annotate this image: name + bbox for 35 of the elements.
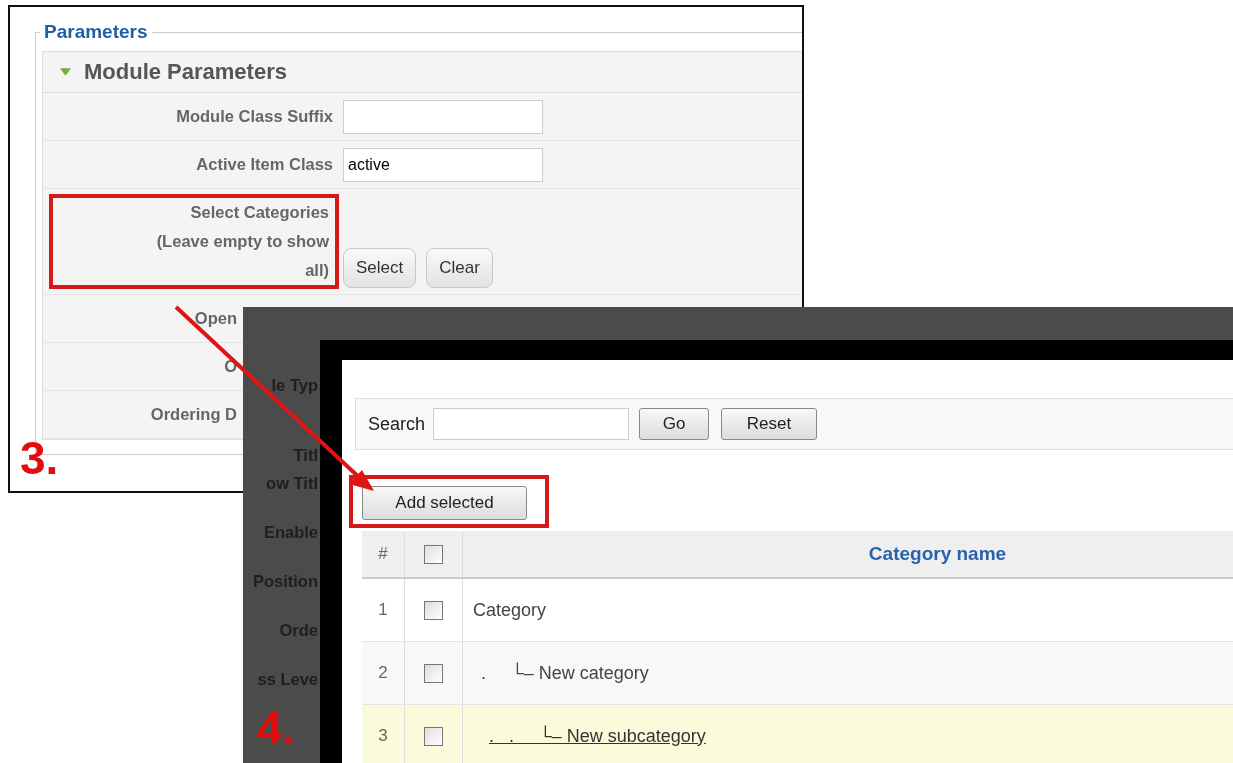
- category-link[interactable]: . . └– New subcategory: [473, 725, 706, 747]
- section-header[interactable]: Module Parameters: [43, 52, 802, 93]
- field-label: Select Categories (Leave empty to show all): [49, 194, 339, 289]
- category-link[interactable]: Category: [473, 599, 547, 621]
- field-label: Ordering D: [150, 405, 238, 424]
- row-checkbox[interactable]: [424, 663, 443, 683]
- search-button[interactable]: Reset: [721, 408, 818, 440]
- form-button[interactable]: Clear: [426, 248, 493, 288]
- field-label: Module Class Suffix: [176, 107, 334, 126]
- add-selected-button[interactable]: Add selected: [362, 486, 527, 520]
- row-number: 3: [362, 705, 405, 763]
- category-link[interactable]: . └– New category: [473, 662, 649, 684]
- field-label: Active Item Class: [196, 155, 334, 174]
- row-number: 2: [362, 642, 405, 704]
- row-checkbox[interactable]: [424, 600, 443, 620]
- table-row[interactable]: 1 Category: [362, 579, 1233, 642]
- step-number: 3.: [20, 435, 59, 481]
- text-field[interactable]: [343, 99, 543, 134]
- expand-triangle-icon[interactable]: [59, 67, 72, 77]
- column-header: #: [362, 531, 405, 577]
- step-number: 4.: [257, 705, 296, 751]
- search-button[interactable]: Go: [639, 408, 710, 440]
- section-title: Module Parameters: [84, 59, 287, 85]
- select-all-checkbox[interactable]: [424, 544, 443, 564]
- row-number: 1: [362, 579, 405, 641]
- fieldset-legend: Parameters: [40, 21, 152, 43]
- field-label: Open: [194, 309, 238, 328]
- column-header[interactable]: Category name: [463, 531, 1233, 577]
- search-label: Search: [368, 413, 426, 435]
- search-field[interactable]: [433, 408, 630, 440]
- form-button[interactable]: Select: [343, 248, 417, 288]
- table-row[interactable]: 3 . . └– New subcategory: [362, 705, 1233, 763]
- row-checkbox[interactable]: [424, 726, 443, 746]
- text-field[interactable]: active: [343, 147, 543, 182]
- table-row[interactable]: 2 . └– New category: [362, 642, 1233, 705]
